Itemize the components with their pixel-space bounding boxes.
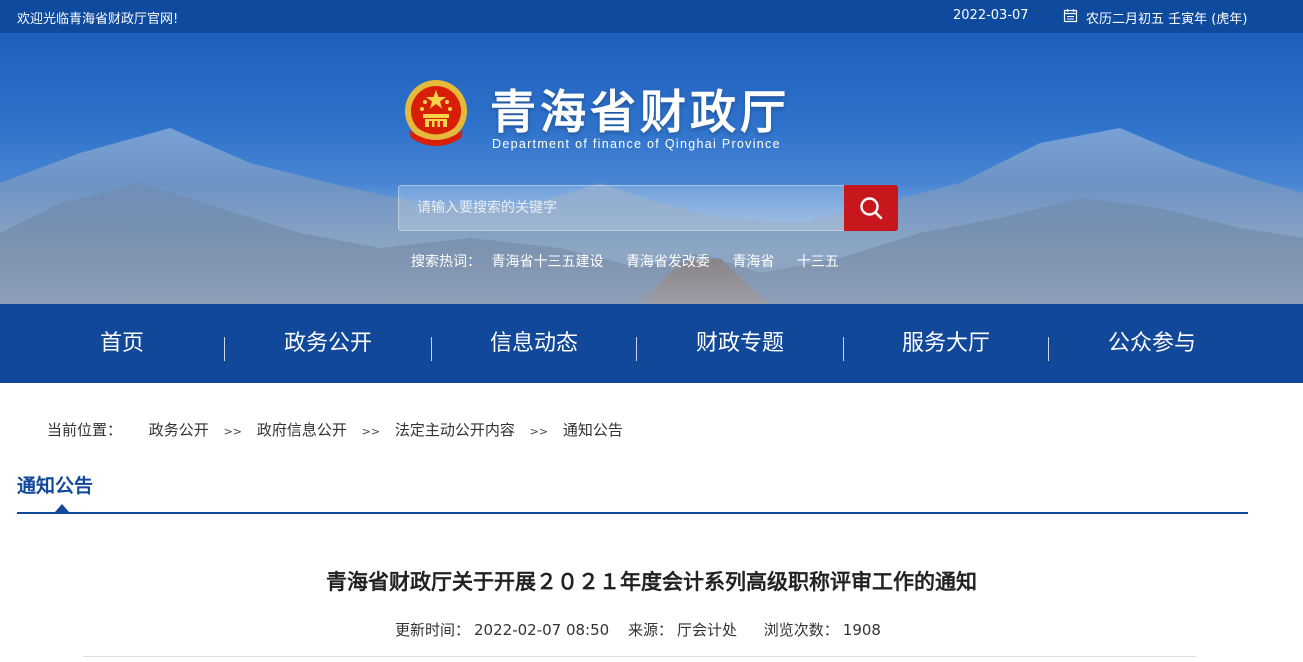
- section-pointer: [55, 504, 69, 512]
- breadcrumb-separator: >>: [223, 425, 243, 438]
- nav-item-news[interactable]: 信息动态: [432, 304, 636, 383]
- article-title: 青海省财政厅关于开展２０２１年度会计系列高级职称评审工作的通知: [326, 570, 977, 594]
- breadcrumb-item[interactable]: 政府信息公开: [257, 421, 347, 439]
- welcome-text: 欢迎光临青海省财政厅官网!: [17, 12, 179, 27]
- nav-item-finance-topics[interactable]: 财政专题: [637, 304, 843, 383]
- hot-word-4[interactable]: 十三五: [797, 254, 839, 270]
- header-banner: 青海省财政厅 Department of finance of Qinghai …: [0, 33, 1303, 304]
- hot-word-2[interactable]: 青海省发改委: [626, 254, 710, 270]
- hot-search-words: 搜索热词： 青海省十三五建设 青海省发改委 青海省 十三五: [411, 251, 857, 271]
- current-date: 2022-03-07: [953, 8, 1029, 23]
- search-box: [398, 185, 845, 231]
- article-divider: [83, 656, 1196, 657]
- top-bar: 欢迎光临青海省财政厅官网! 2022-03-07 农历二月初五 壬寅年 (虎年): [0, 0, 1303, 33]
- breadcrumb-separator: >>: [529, 425, 549, 438]
- search-icon: [860, 197, 883, 220]
- national-emblem-icon: [405, 80, 467, 146]
- breadcrumb: 当前位置： 政务公开 >> 政府信息公开 >> 法定主动公开内容 >> 通知公告: [47, 419, 623, 440]
- breadcrumb-item[interactable]: 政务公开: [149, 421, 209, 439]
- breadcrumb-item[interactable]: 通知公告: [563, 421, 623, 439]
- breadcrumb-separator: >>: [361, 425, 381, 438]
- hot-word-3[interactable]: 青海省: [732, 254, 774, 270]
- views-value: 1908: [842, 621, 881, 639]
- breadcrumb-label: 当前位置：: [47, 421, 123, 439]
- nav-item-government-affairs[interactable]: 政务公开: [225, 304, 431, 383]
- search-input[interactable]: [399, 186, 845, 230]
- nav-item-public-participation[interactable]: 公众参与: [1049, 304, 1255, 383]
- site-title: 青海省财政厅: [490, 85, 790, 139]
- updated-label: 更新时间：: [395, 621, 471, 639]
- section-title: 通知公告: [17, 475, 94, 497]
- search-button[interactable]: [844, 185, 898, 231]
- lunar-date: 农历二月初五 壬寅年 (虎年): [1086, 12, 1248, 27]
- site-subtitle: Department of finance of Qinghai Provinc…: [492, 137, 781, 151]
- breadcrumb-item[interactable]: 法定主动公开内容: [395, 421, 515, 439]
- source-value: 厅会计处: [676, 621, 737, 639]
- updated-value: 2022-02-07 08:50: [474, 621, 610, 639]
- main-nav: 首页 政务公开 信息动态 财政专题 服务大厅 公众参与: [0, 304, 1303, 383]
- hot-search-label: 搜索热词：: [411, 254, 481, 270]
- hot-word-1[interactable]: 青海省十三五建设: [491, 254, 603, 270]
- nav-item-home[interactable]: 首页: [20, 304, 224, 383]
- views-label: 浏览次数：: [763, 621, 839, 639]
- article-meta: 更新时间： 2022-02-07 08:50 来源： 厅会计处 浏览次数： 1908: [395, 619, 885, 640]
- nav-item-service-hall[interactable]: 服务大厅: [844, 304, 1048, 383]
- source-label: 来源：: [627, 621, 673, 639]
- section-divider: [17, 512, 1248, 514]
- calendar-icon: [1063, 9, 1078, 23]
